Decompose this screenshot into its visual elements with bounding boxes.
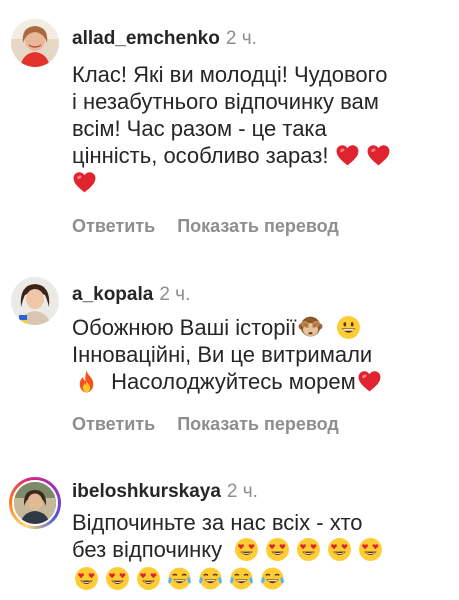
comment-header: a_kopala 2 ч. <box>72 283 190 307</box>
reply-button[interactable]: Ответить <box>72 414 155 434</box>
timestamp: 2 ч. <box>159 284 191 305</box>
username[interactable]: ibeloshkurskaya <box>72 481 221 502</box>
tears-of-joy-icon <box>198 566 223 591</box>
comment-item: a_kopala 2 ч. Обожнюю Ваші історії Іннова… <box>0 260 459 460</box>
comment-line: Насолоджуйтесь морем <box>72 368 452 395</box>
comment-item: ibeloshkurskaya 2 ч. Відпочиньте за нас в… <box>0 460 459 600</box>
comment-text: Обожнюю Ваші історії Інноваційні, Ви це … <box>72 314 452 395</box>
comment-line-text: Обожнюю Ваші історії <box>72 315 297 340</box>
fire-icon <box>74 369 99 394</box>
red-heart-icon <box>357 369 382 394</box>
grinning-face-icon <box>336 315 361 340</box>
heart-eyes-icon <box>74 566 99 591</box>
comment-line <box>72 169 452 196</box>
comment-line: всім! Час разом - це така <box>72 116 327 141</box>
red-heart-icon <box>72 170 97 195</box>
comment-line: Відпочиньте за нас всіх - хто <box>72 510 363 535</box>
comment-line-text: Насолоджуйтесь морем <box>111 369 356 394</box>
comment-text: Відпочиньте за нас всіх - хто без відпоч… <box>72 509 452 592</box>
comment-header: ibeloshkurskaya 2 ч. <box>72 480 258 504</box>
avatar[interactable] <box>11 19 59 67</box>
comment-actions: Ответить Показать перевод <box>72 414 339 435</box>
comment-line: і незабутнього відпочинку вам <box>72 89 379 114</box>
comment-text: Клас! Які ви молодці! Чудового і незабут… <box>72 61 452 196</box>
heart-eyes-icon <box>265 537 290 562</box>
heart-eyes-icon <box>234 537 259 562</box>
show-translation-button[interactable]: Показать перевод <box>177 414 339 434</box>
red-heart-icon <box>335 143 360 168</box>
comment-line <box>72 565 452 592</box>
comment-line: Обожнюю Ваші історії <box>72 314 452 341</box>
comment-header: allad_emchenko 2 ч. <box>72 27 257 51</box>
comment-line: Інноваційні, Ви це витримали <box>72 342 373 367</box>
heart-eyes-icon <box>105 566 130 591</box>
comment-line: цінність, особливо зараз! <box>72 142 452 169</box>
comment-actions: Ответить Показать перевод <box>72 216 339 237</box>
show-translation-button[interactable]: Показать перевод <box>177 216 339 236</box>
avatar[interactable] <box>11 277 59 325</box>
username[interactable]: a_kopala <box>72 284 153 305</box>
tears-of-joy-icon <box>229 566 254 591</box>
comment-line-text: цінність, особливо зараз! <box>72 143 329 168</box>
red-heart-icon <box>366 143 391 168</box>
avatar <box>12 480 58 526</box>
heart-eyes-icon <box>136 566 161 591</box>
timestamp: 2 ч. <box>225 28 257 49</box>
heart-eyes-icon <box>296 537 321 562</box>
timestamp: 2 ч. <box>226 481 258 502</box>
see-no-evil-monkey-icon <box>298 315 323 340</box>
comment-line: Клас! Які ви молодці! Чудового <box>72 62 388 87</box>
reply-button[interactable]: Ответить <box>72 216 155 236</box>
avatar-story-ring[interactable] <box>9 477 61 529</box>
tears-of-joy-icon <box>167 566 192 591</box>
username[interactable]: allad_emchenko <box>72 28 220 49</box>
comment-item: allad_emchenko 2 ч. Клас! Які ви молодці!… <box>0 0 459 260</box>
comment-line: без відпочинку <box>72 536 452 563</box>
heart-eyes-icon <box>327 537 352 562</box>
tears-of-joy-icon <box>260 566 285 591</box>
heart-eyes-icon <box>358 537 383 562</box>
comment-line-text: без відпочинку <box>72 537 223 562</box>
